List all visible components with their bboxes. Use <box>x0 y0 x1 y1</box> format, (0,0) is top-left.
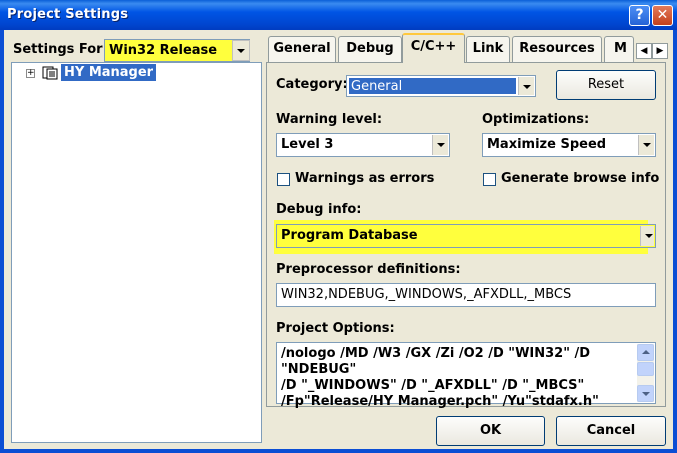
tab-scroll-left-button[interactable]: ◀ <box>636 43 652 59</box>
project-options-line: /D "_WINDOWS" /D "_AFXDLL" /D "_MBCS" <box>281 378 585 393</box>
chevron-down-icon[interactable] <box>432 135 448 155</box>
window-frame-bottom <box>0 449 677 453</box>
project-options-line: /nologo /MD /W3 /GX /Zi /O2 /D "WIN32" /… <box>281 346 591 377</box>
optimizations-value: Maximize Speed <box>487 137 607 152</box>
scroll-up-icon[interactable] <box>637 344 654 361</box>
tab-debug[interactable]: Debug <box>338 36 402 62</box>
debug-info-combo[interactable]: Program Database <box>276 224 656 248</box>
tab-more[interactable]: M <box>604 36 634 62</box>
warning-level-value: Level 3 <box>281 137 334 152</box>
project-tree[interactable]: + HY Manager <box>11 62 262 443</box>
tab-link[interactable]: Link <box>466 36 510 62</box>
tab-general[interactable]: General <box>268 36 336 62</box>
optimizations-label: Optimizations: <box>482 112 590 127</box>
project-icon <box>42 66 58 80</box>
window-title: Project Settings <box>7 7 129 22</box>
project-options-scrollbar[interactable] <box>637 344 654 402</box>
settings-for-dropdown-button[interactable] <box>232 40 250 61</box>
category-value: General <box>351 79 403 94</box>
warnings-as-errors-checkbox[interactable] <box>277 173 290 186</box>
window-frame-left <box>0 30 4 453</box>
category-label: Category: <box>276 77 348 92</box>
tab-resources[interactable]: Resources <box>512 36 602 62</box>
preprocessor-value: WIN32,NDEBUG,_WINDOWS,_AFXDLL,_MBCS <box>281 287 572 302</box>
settings-for-label: Settings For: <box>13 42 108 57</box>
settings-for-combo[interactable]: Win32 Release <box>104 39 250 62</box>
tab-scroll-right-button[interactable]: ▶ <box>652 43 668 59</box>
reset-button[interactable]: Reset <box>556 70 656 100</box>
chevron-down-icon[interactable] <box>640 226 654 246</box>
project-options-line: /Fp"Release/HY Manager.pch" /Yu"stdafx.h… <box>281 394 599 409</box>
project-options-textarea[interactable]: /nologo /MD /W3 /GX /Zi /O2 /D "WIN32" /… <box>276 342 656 409</box>
category-combo[interactable]: General <box>346 75 536 97</box>
cancel-button[interactable]: Cancel <box>556 416 666 446</box>
project-options-label: Project Options: <box>276 321 395 336</box>
chevron-down-icon[interactable] <box>518 77 534 95</box>
chevron-down-icon <box>237 49 245 53</box>
generate-browse-info-label: Generate browse info <box>501 171 660 186</box>
preprocessor-input[interactable]: WIN32,NDEBUG,_WINDOWS,_AFXDLL,_MBCS <box>276 283 656 307</box>
generate-browse-info-checkbox[interactable] <box>483 173 496 186</box>
tree-expand-icon[interactable]: + <box>26 69 35 78</box>
window-frame-right <box>673 30 677 453</box>
close-button[interactable]: ✕ <box>652 5 673 26</box>
debug-info-label: Debug info: <box>276 202 362 217</box>
warning-level-label: Warning level: <box>276 112 383 127</box>
tree-item-hy-manager[interactable]: HY Manager <box>61 64 157 81</box>
optimizations-combo[interactable]: Maximize Speed <box>482 133 656 157</box>
ok-button[interactable]: OK <box>436 416 545 446</box>
help-button[interactable]: ? <box>629 5 650 26</box>
warning-level-combo[interactable]: Level 3 <box>276 133 450 157</box>
tab-cpp[interactable]: C/C++ <box>402 33 465 63</box>
scroll-thumb[interactable] <box>637 362 654 376</box>
scroll-down-icon[interactable] <box>637 385 654 402</box>
preprocessor-label: Preprocessor definitions: <box>276 262 461 277</box>
settings-for-value: Win32 Release <box>109 43 218 58</box>
debug-info-value: Program Database <box>281 228 418 243</box>
warnings-as-errors-label: Warnings as errors <box>295 171 435 186</box>
chevron-down-icon[interactable] <box>638 135 654 155</box>
